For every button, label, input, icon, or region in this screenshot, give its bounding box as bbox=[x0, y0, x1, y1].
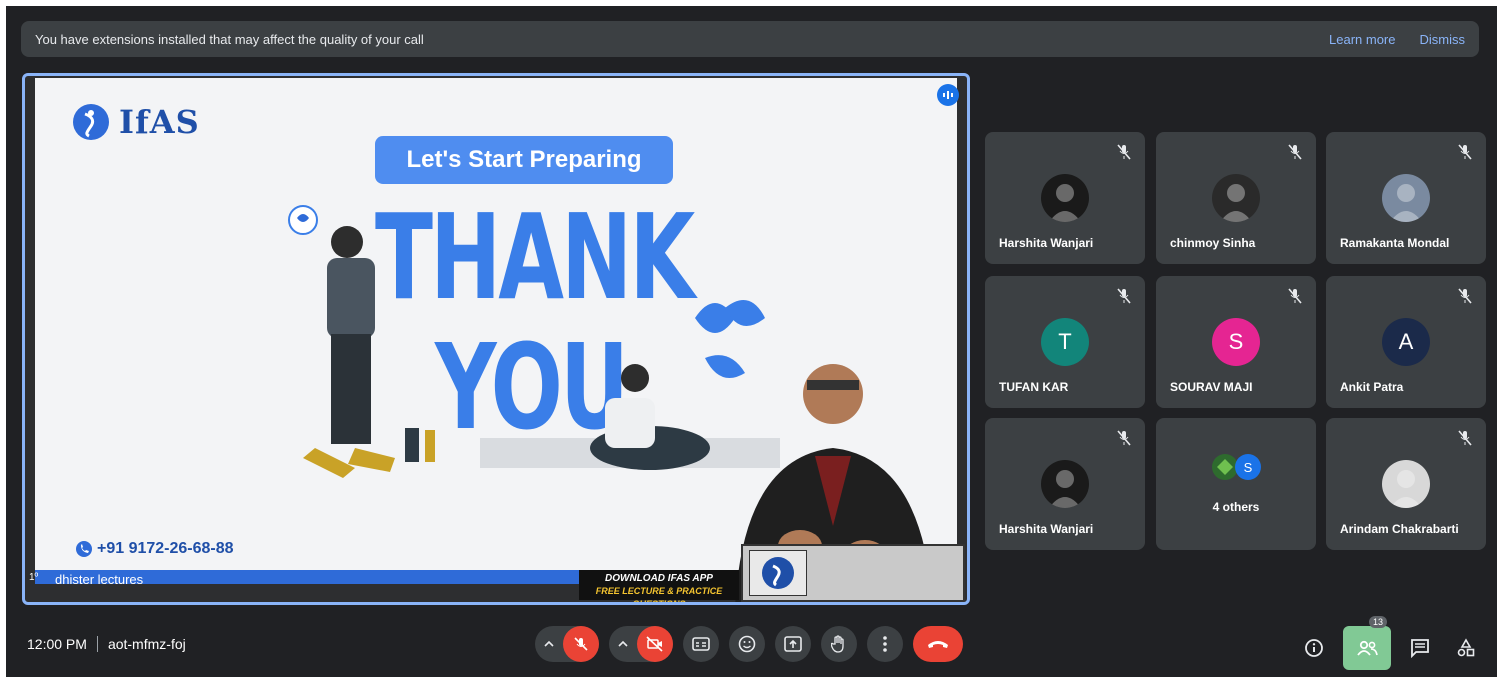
mic-muted-icon bbox=[1117, 430, 1131, 451]
bottom-toolbar: 12:00 PM aot-mfmz-foj 13 bbox=[6, 616, 1497, 677]
mic-options-button[interactable] bbox=[535, 626, 563, 662]
slide-label: 1º bbox=[29, 572, 39, 583]
leave-call-button[interactable] bbox=[913, 626, 963, 662]
others-tile[interactable]: S 4 others bbox=[1156, 418, 1316, 550]
phone-icon bbox=[76, 541, 92, 557]
mic-muted-icon bbox=[1458, 288, 1472, 309]
avatar bbox=[1382, 460, 1430, 508]
people-icon bbox=[1357, 640, 1378, 656]
reactions-button[interactable] bbox=[729, 626, 765, 662]
mic-toggle-button[interactable] bbox=[563, 626, 599, 662]
avatar-initial: S bbox=[1235, 454, 1261, 480]
participant-name: TUFAN KAR bbox=[999, 380, 1069, 394]
chevron-up-icon bbox=[544, 640, 554, 647]
divider bbox=[96, 636, 98, 652]
participant-tile[interactable]: Ramakanta Mondal bbox=[1326, 132, 1486, 264]
mic-muted-icon bbox=[1458, 430, 1472, 451]
participant-tile[interactable]: A Ankit Patra bbox=[1326, 276, 1486, 408]
present-icon bbox=[784, 636, 802, 652]
mic-muted-icon bbox=[1117, 144, 1131, 165]
captions-button[interactable] bbox=[683, 626, 719, 662]
avatar: S bbox=[1206, 452, 1266, 482]
participant-name: SOURAV MAJI bbox=[1170, 380, 1253, 394]
dismiss-button[interactable]: Dismiss bbox=[1420, 32, 1466, 47]
meeting-code[interactable]: aot-mfmz-foj bbox=[108, 636, 186, 652]
avatar bbox=[1041, 174, 1089, 222]
extensions-warning-banner: You have extensions installed that may a… bbox=[21, 21, 1479, 57]
participant-tile[interactable]: T TUFAN KAR bbox=[985, 276, 1145, 408]
presentation-tile[interactable]: IfAS Let's Start Preparing THANK YOU +91… bbox=[22, 73, 970, 605]
meeting-info: 12:00 PM aot-mfmz-foj bbox=[27, 636, 186, 652]
participant-name: Harshita Wanjari bbox=[999, 522, 1094, 536]
more-options-button[interactable] bbox=[867, 626, 903, 662]
mic-muted-icon bbox=[1288, 144, 1302, 165]
avatar-initial: A bbox=[1398, 329, 1414, 354]
banner-message: You have extensions installed that may a… bbox=[35, 31, 424, 47]
avatar bbox=[1041, 460, 1089, 508]
camera-control bbox=[609, 626, 673, 662]
activities-button[interactable] bbox=[1449, 630, 1483, 666]
avatar bbox=[1212, 174, 1260, 222]
hang-up-icon bbox=[928, 641, 948, 648]
captions-icon bbox=[692, 637, 710, 651]
download-app-subtext: FREE LECTURE & PRACTICE QUESTIONS bbox=[595, 586, 723, 605]
learn-more-link[interactable]: Learn more bbox=[1329, 32, 1395, 47]
presenter-name: dhister lectures bbox=[55, 572, 144, 587]
camera-toggle-button[interactable] bbox=[637, 626, 673, 662]
participant-count-badge: 13 bbox=[1368, 616, 1387, 628]
participant-name: Harshita Wanjari bbox=[999, 236, 1094, 250]
camera-off-icon bbox=[646, 636, 663, 652]
contact-phone: +91 9172-26-68-88 bbox=[75, 540, 234, 558]
hand-icon bbox=[831, 635, 844, 653]
activities-icon bbox=[1457, 638, 1475, 657]
participant-name: chinmoy Sinha bbox=[1170, 236, 1256, 250]
avatar: S bbox=[1212, 318, 1260, 366]
side-panel-controls: 13 bbox=[1297, 616, 1483, 670]
download-app-text: DOWNLOAD IFAS APP bbox=[605, 573, 713, 584]
raise-hand-button[interactable] bbox=[821, 626, 857, 662]
participant-tile[interactable]: S SOURAV MAJI bbox=[1156, 276, 1316, 408]
mic-off-icon bbox=[574, 637, 588, 651]
phone-number: +91 9172-26-68-88 bbox=[97, 540, 234, 557]
download-app-banner: DOWNLOAD IFAS APP FREE LECTURE & PRACTIC… bbox=[579, 570, 739, 602]
avatar: T bbox=[1041, 318, 1089, 366]
ifas-logo-icon bbox=[762, 557, 794, 589]
people-button[interactable]: 13 bbox=[1343, 616, 1391, 670]
avatar-initial: T bbox=[1058, 329, 1072, 354]
camera-options-button[interactable] bbox=[609, 626, 637, 662]
more-vert-icon bbox=[883, 636, 887, 652]
participant-name: Ankit Patra bbox=[1340, 380, 1404, 394]
mic-muted-icon bbox=[1117, 288, 1131, 309]
chat-button[interactable] bbox=[1403, 630, 1437, 666]
self-view-thumbnail bbox=[749, 550, 807, 596]
microphone-control bbox=[535, 626, 599, 662]
mic-muted-icon bbox=[1458, 144, 1472, 165]
present-screen-button[interactable] bbox=[775, 626, 811, 662]
avatar-initial: S bbox=[1228, 329, 1244, 354]
speaking-indicator-icon bbox=[937, 84, 959, 106]
participant-tile[interactable]: Harshita Wanjari bbox=[985, 418, 1145, 550]
ifas-logo-icon bbox=[73, 104, 109, 140]
call-controls bbox=[535, 626, 963, 662]
emoji-icon bbox=[738, 635, 756, 653]
chat-icon bbox=[1411, 639, 1429, 658]
slide-subtitle: Let's Start Preparing bbox=[375, 136, 673, 184]
others-count-label: 4 others bbox=[1212, 500, 1260, 514]
meeting-details-button[interactable] bbox=[1297, 630, 1331, 666]
participant-tile[interactable]: chinmoy Sinha bbox=[1156, 132, 1316, 264]
participant-name: Ramakanta Mondal bbox=[1340, 236, 1450, 250]
info-icon bbox=[1305, 639, 1323, 657]
participant-tile[interactable]: Arindam Chakrabarti bbox=[1326, 418, 1486, 550]
brand-name: IfAS bbox=[119, 103, 200, 141]
avatar: A bbox=[1382, 318, 1430, 366]
mic-muted-icon bbox=[1288, 288, 1302, 309]
presenter-self-view[interactable] bbox=[741, 544, 965, 602]
meet-window: You have extensions installed that may a… bbox=[6, 6, 1497, 677]
chevron-up-icon bbox=[618, 640, 628, 647]
avatar bbox=[1382, 174, 1430, 222]
participant-tile[interactable]: Harshita Wanjari bbox=[985, 132, 1145, 264]
participant-name: Arindam Chakrabarti bbox=[1340, 522, 1459, 536]
current-time: 12:00 PM bbox=[27, 636, 87, 652]
ifas-logo: IfAS bbox=[71, 102, 200, 142]
